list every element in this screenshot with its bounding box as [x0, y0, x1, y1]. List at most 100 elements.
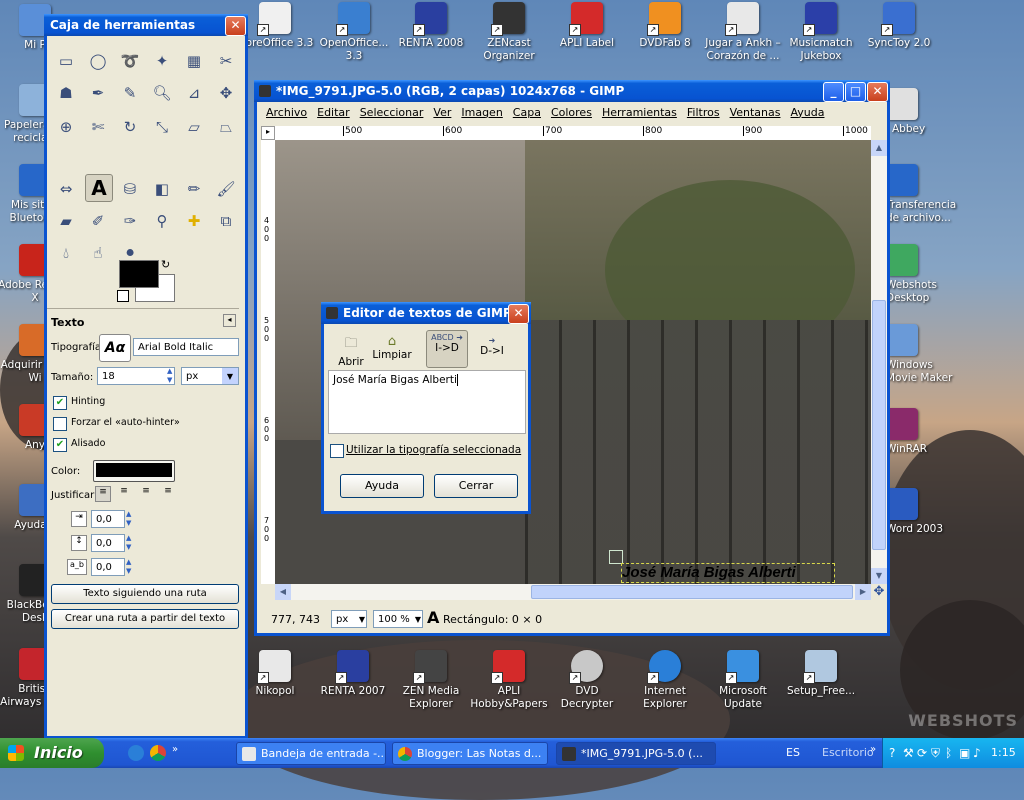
dialog-close-button[interactable]: ✕	[508, 304, 529, 324]
paintbrush-icon[interactable]: 🖌︎	[213, 176, 239, 202]
ink-icon[interactable]: ✑	[117, 208, 143, 234]
menu-archivo[interactable]: Archivo	[261, 106, 312, 119]
ltr-toggle[interactable]: ABCD ➜ I->D	[426, 330, 468, 368]
desktop-icon-apli-label[interactable]: ↗ APLI Label	[548, 2, 626, 50]
desktop-icon-musicmatch[interactable]: ↗ Musicmatch Jukebox	[782, 2, 860, 63]
bucket-fill-icon[interactable]: ⛁	[117, 176, 143, 202]
justify-center-icon[interactable]: ≡	[139, 486, 153, 500]
menu-ver[interactable]: Ver	[428, 106, 456, 119]
tray-volume-icon[interactable]: ♪	[973, 746, 981, 760]
clear-button[interactable]: ⌂ Limpiar	[372, 334, 412, 361]
desktop-icon-bluetooth-transfer[interactable]: Transferencia de archivo...	[886, 164, 966, 225]
foreground-color-swatch[interactable]	[119, 260, 159, 288]
smudge-icon[interactable]: ☝	[85, 240, 111, 266]
shear-icon[interactable]: ▱	[181, 114, 207, 140]
autohinter-checkbox[interactable]	[53, 417, 67, 431]
tray-help-icon[interactable]: ?	[889, 746, 895, 760]
desktop-icon-winrar[interactable]: WinRAR	[886, 408, 966, 456]
menu-capa[interactable]: Capa	[508, 106, 546, 119]
maximize-button[interactable]: □	[845, 82, 866, 102]
desktop-icon-zencast[interactable]: ↗ ZENcast Organizer	[470, 2, 548, 63]
vertical-scrollbar[interactable]: ▲ ▼	[871, 140, 887, 584]
desktop-toolbar-label[interactable]: Escritorio	[822, 746, 874, 759]
size-spinner[interactable]: ▲ ▼	[167, 367, 176, 385]
text-along-path-button[interactable]: Texto siguiendo una ruta	[51, 584, 239, 604]
navigate-icon[interactable]: ✥	[871, 584, 887, 600]
font-preview-button[interactable]: Aα	[99, 334, 131, 362]
desktop-icon-synctoy[interactable]: ↗ SyncToy 2.0	[860, 2, 938, 50]
horizontal-ruler[interactable]: 500 600 700 800 900 1000	[275, 126, 871, 141]
vertical-scroll-thumb[interactable]	[872, 300, 886, 550]
fuzzy-select-icon[interactable]: ✦	[149, 48, 175, 74]
horizontal-scrollbar[interactable]: ◀ ▶	[275, 584, 871, 600]
taskbar-item-gimp[interactable]: *IMG_9791.JPG-5.0 (...	[556, 742, 716, 765]
perspective-icon[interactable]: ⏢	[213, 114, 239, 140]
menu-ayuda[interactable]: Ayuda	[786, 106, 830, 119]
desktop-icon-renta-2007[interactable]: ↗ RENTA 2007	[314, 650, 392, 698]
crop-icon[interactable]: ✄	[85, 114, 111, 140]
desktop-toolbar-expand-icon[interactable]: »	[870, 744, 876, 755]
eraser-icon[interactable]: ▰	[53, 208, 79, 234]
rect-select-icon[interactable]: ▭	[53, 48, 79, 74]
desktop-icon-dvd-decrypter[interactable]: ↗ DVD Decrypter	[548, 650, 626, 711]
desktop-icon-zen-media[interactable]: ↗ ZEN Media Explorer	[392, 650, 470, 711]
line-spacing-spinner[interactable]: ▲ ▼	[126, 534, 131, 552]
scroll-right-icon[interactable]: ▶	[855, 584, 871, 600]
language-indicator[interactable]: ES	[786, 746, 800, 759]
swap-colors-icon[interactable]: ↻	[161, 258, 170, 271]
color-select-icon[interactable]: ▦	[181, 48, 207, 74]
perspective-clone-icon[interactable]: ⧉	[213, 208, 239, 234]
tray-network-icon[interactable]: ⚒	[903, 746, 914, 760]
minimize-button[interactable]: _	[823, 82, 844, 102]
desktop-icon-renta-2008[interactable]: ↗ RENTA 2008	[392, 2, 470, 50]
unit-dropdown[interactable]: px ▼	[331, 610, 367, 628]
pencil-icon[interactable]: ✏	[181, 176, 207, 202]
text-editor-area[interactable]: José María Bigas Alberti	[328, 370, 526, 434]
zoom-icon[interactable]: 🔍︎	[149, 80, 175, 106]
ellipse-select-icon[interactable]: ◯	[85, 48, 111, 74]
open-button[interactable]: 🗀 Abrir	[334, 334, 368, 368]
flip-icon[interactable]: ⇔	[53, 176, 79, 202]
scroll-up-icon[interactable]: ▲	[871, 140, 887, 156]
scissors-icon[interactable]: ✂	[213, 48, 239, 74]
vertical-ruler[interactable]: 4 0 0 5 0 0 6 0 0 7 0 0	[261, 140, 276, 584]
default-colors-icon[interactable]	[117, 290, 129, 302]
use-font-checkbox[interactable]	[330, 444, 344, 458]
indent-spinner[interactable]: ▲ ▼	[126, 510, 131, 528]
desktop-icon-movie-maker[interactable]: Windows Movie Maker	[886, 324, 966, 385]
desktop-icon-ankh[interactable]: ↗ Jugar a Ankh – Corazón de ...	[704, 2, 782, 63]
line-spacing-field[interactable]: 0,0	[91, 534, 125, 552]
menu-editar[interactable]: Editar	[312, 106, 355, 119]
text-color-button[interactable]	[93, 460, 175, 482]
blur-icon[interactable]: 💧︎	[53, 240, 79, 266]
close-button[interactable]: ✕	[867, 82, 888, 102]
scale-icon[interactable]: ⤡	[149, 114, 175, 140]
clone-icon[interactable]: ⚲	[149, 208, 175, 234]
close-dialog-button[interactable]: Cerrar	[434, 474, 518, 498]
indent-field[interactable]: 0,0	[91, 510, 125, 528]
size-field[interactable]: 18	[97, 367, 175, 385]
taskbar-item-blogger[interactable]: Blogger: Las Notas d...	[392, 742, 548, 765]
rtl-toggle[interactable]: ➜ D->I	[472, 334, 512, 357]
justify-fill-icon[interactable]: ≡	[161, 486, 175, 500]
justify-left-icon[interactable]: ≡	[95, 486, 111, 502]
horizontal-scroll-thumb[interactable]	[531, 585, 853, 599]
justify-right-icon[interactable]: ≡	[117, 486, 131, 500]
letter-spacing-spinner[interactable]: ▲ ▼	[126, 558, 131, 576]
toolbox-titlebar[interactable]: Caja de herramientas ✕	[44, 14, 248, 36]
menu-seleccionar[interactable]: Seleccionar	[355, 106, 429, 119]
toolbox-close-button[interactable]: ✕	[225, 16, 246, 36]
gimp-titlebar[interactable]: *IMG_9791.JPG-5.0 (RGB, 2 capas) 1024x76…	[254, 80, 890, 102]
paths-icon[interactable]: ✒	[85, 80, 111, 106]
gradient-icon[interactable]: ◧	[149, 176, 175, 202]
foreground-select-icon[interactable]: ☗	[53, 80, 79, 106]
scroll-left-icon[interactable]: ◀	[275, 584, 291, 600]
letter-spacing-field[interactable]: 0,0	[91, 558, 125, 576]
tray-bluetooth-icon[interactable]: ᛒ	[945, 746, 952, 760]
quick-launch-expand-icon[interactable]: »	[172, 744, 178, 755]
scroll-down-icon[interactable]: ▼	[871, 568, 887, 584]
zoom-dropdown[interactable]: 100 % ▼	[373, 610, 423, 628]
canvas-text-layer[interactable]: José María Bigas Alberti	[621, 563, 835, 583]
color-picker-icon[interactable]: ✎	[117, 80, 143, 106]
taskbar-item-mail[interactable]: Bandeja de entrada -...	[236, 742, 386, 765]
